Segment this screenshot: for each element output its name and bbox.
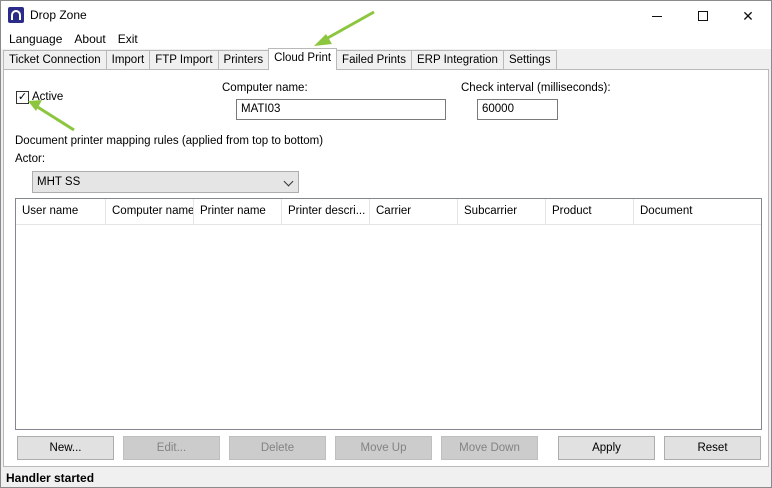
mapping-rules-label: Document printer mapping rules (applied …: [15, 135, 324, 147]
status-bar: Handler started: [1, 468, 771, 487]
cloud-print-panel: ✓ Active Computer name: MATI03 Check int…: [3, 69, 769, 467]
tab-strip: Ticket Connection Import FTP Import Prin…: [3, 48, 557, 70]
column-header-printer-description[interactable]: Printer descri...: [282, 199, 370, 225]
minimize-button[interactable]: [634, 1, 680, 31]
actor-select[interactable]: MHT SS: [32, 171, 299, 193]
new-button[interactable]: New...: [17, 436, 114, 460]
column-header-computer-name[interactable]: Computer name: [106, 199, 194, 225]
tab-import[interactable]: Import: [105, 50, 151, 69]
maximize-button[interactable]: [680, 1, 726, 31]
tab-cloud-print[interactable]: Cloud Print: [268, 48, 338, 70]
tab-settings[interactable]: Settings: [502, 50, 557, 69]
move-down-button[interactable]: Move Down: [441, 436, 538, 460]
close-button[interactable]: ✕: [725, 1, 771, 31]
menu-about[interactable]: About: [68, 30, 111, 48]
window-title: Drop Zone: [30, 8, 87, 22]
column-header-printer-name[interactable]: Printer name: [194, 199, 282, 225]
check-interval-input[interactable]: 60000: [477, 99, 558, 120]
apply-button[interactable]: Apply: [558, 436, 655, 460]
title-bar: Drop Zone ✕: [1, 1, 771, 31]
column-header-document[interactable]: Document: [634, 199, 761, 225]
column-header-subcarrier[interactable]: Subcarrier: [458, 199, 546, 225]
delete-button[interactable]: Delete: [229, 436, 326, 460]
status-text: Handler started: [6, 471, 95, 485]
mapping-rules-table[interactable]: User name Computer name Printer name Pri…: [15, 198, 762, 430]
close-icon: ✕: [742, 7, 754, 24]
actor-select-value: MHT SS: [37, 176, 81, 188]
actor-label: Actor:: [15, 153, 46, 165]
computer-name-input[interactable]: MATI03: [236, 99, 446, 120]
tab-failed-prints[interactable]: Failed Prints: [336, 50, 412, 69]
chevron-down-icon: [283, 176, 294, 187]
tab-ftp-import[interactable]: FTP Import: [149, 50, 219, 69]
tab-erp-integration[interactable]: ERP Integration: [410, 50, 504, 69]
column-header-product[interactable]: Product: [546, 199, 634, 225]
active-label: Active: [32, 91, 64, 103]
checkmark-icon: ✓: [17, 91, 28, 103]
menu-exit[interactable]: Exit: [112, 30, 144, 48]
edit-button[interactable]: Edit...: [123, 436, 220, 460]
tab-ticket-connection[interactable]: Ticket Connection: [3, 50, 107, 69]
menu-bar: Language About Exit: [1, 29, 771, 49]
active-checkbox[interactable]: ✓: [16, 91, 29, 104]
minimize-icon: [652, 15, 662, 17]
menu-language[interactable]: Language: [3, 30, 68, 48]
reset-button[interactable]: Reset: [664, 436, 761, 460]
tab-printers[interactable]: Printers: [217, 50, 270, 69]
computer-name-label: Computer name:: [222, 82, 308, 94]
check-interval-label: Check interval (milliseconds):: [461, 82, 611, 94]
maximize-icon: [698, 11, 708, 21]
column-header-user-name[interactable]: User name: [16, 199, 106, 225]
table-header: User name Computer name Printer name Pri…: [16, 199, 761, 225]
drop-zone-window: Drop Zone ✕ Language About Exit Ticket C…: [0, 0, 772, 488]
move-up-button[interactable]: Move Up: [335, 436, 432, 460]
column-header-carrier[interactable]: Carrier: [370, 199, 458, 225]
app-icon: [8, 7, 24, 23]
